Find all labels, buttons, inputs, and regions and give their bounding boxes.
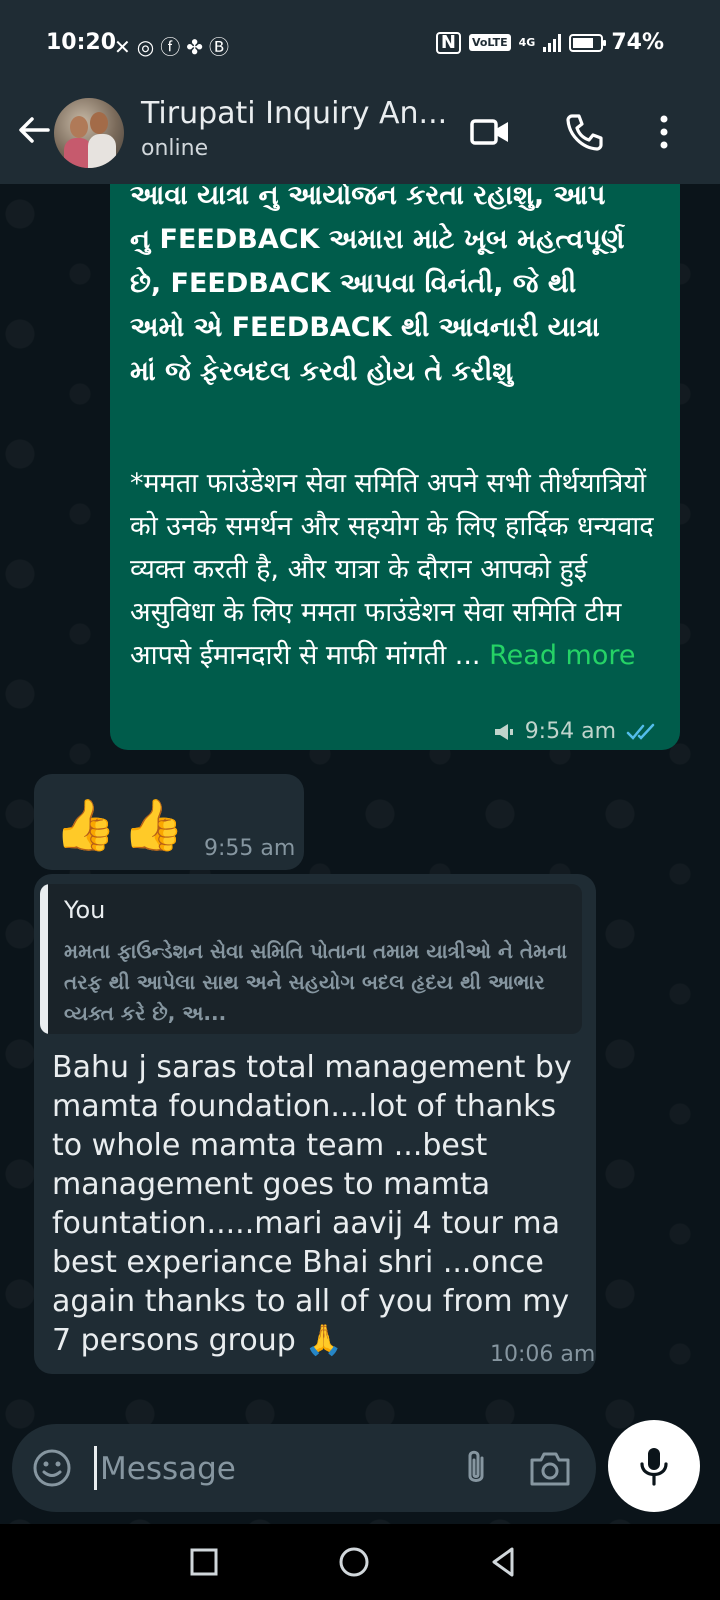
signal-icon: [543, 33, 562, 52]
facebook-icon: ⓕ: [160, 35, 187, 59]
quote-accent-bar: [40, 884, 48, 1034]
broadcast-icon: [494, 723, 513, 740]
quote-text: મમતા ફાઉન્ડેશન સેવા સમિતિ પોતાના તમામ યા…: [64, 939, 568, 1025]
notification-icons: ✕◎ⓕ✤Ⓑ: [114, 31, 235, 60]
whatsapp-icon: ◎: [136, 35, 161, 59]
message-time: 9:55 am: [204, 836, 296, 861]
system-status: N VoLTE 4G 74%: [435, 30, 664, 55]
message-input[interactable]: [98, 1442, 442, 1496]
quoted-message[interactable]: You મમતા ફાઉન્ડેશન સેવા સમિતિ પોતાના તમા…: [40, 884, 582, 1034]
microphone-icon: [640, 1448, 668, 1486]
battery-icon: [569, 33, 607, 52]
text-cursor: [94, 1446, 97, 1490]
voice-call-icon[interactable]: [562, 110, 606, 154]
message-composer: [12, 1424, 596, 1512]
whatsapp-chat-screen: 10:20 ✕◎ⓕ✤Ⓑ N VoLTE 4G 74% Tirupati Inqu…: [0, 0, 720, 1600]
network-type: 4G: [518, 36, 536, 49]
system-navigation-bar: [0, 1524, 720, 1600]
reply-text: Bahu j saras total management by mamta f…: [52, 1050, 572, 1358]
message-gujarati-text: આવા યાત્રા નુ આયોજન કરતા રહાશુ, આપ નુ FE…: [130, 184, 625, 387]
read-more-link[interactable]: Read more: [489, 640, 635, 671]
contact-avatar[interactable]: [54, 98, 124, 168]
outgoing-message[interactable]: આવા યાત્રા નુ આયોજન કરતા રહાશુ, આપ નુ FE…: [110, 184, 680, 750]
message-time: 10:06 am: [490, 1342, 596, 1367]
nfc-icon: N: [435, 31, 461, 54]
voice-record-button[interactable]: [608, 1420, 700, 1512]
message-meta: 9:54 am: [493, 719, 658, 744]
back-nav-icon[interactable]: [484, 1542, 524, 1582]
home-icon[interactable]: [334, 1542, 374, 1582]
camera-icon[interactable]: [528, 1448, 572, 1488]
back-arrow-icon[interactable]: [14, 110, 54, 150]
thumbs-up-emoji: 👍👍: [54, 796, 191, 854]
message-time: 9:54 am: [524, 719, 616, 744]
status-bar: 10:20 ✕◎ⓕ✤Ⓑ N VoLTE 4G 74%: [0, 0, 720, 88]
recents-icon[interactable]: [184, 1542, 224, 1582]
volte-icon: VoLTE: [468, 34, 511, 51]
pinwheel-icon: ✤: [186, 35, 209, 59]
chat-area[interactable]: આવા યાત્રા નુ આયોજન કરતા રહાશુ, આપ નુ FE…: [0, 184, 720, 1524]
video-call-icon[interactable]: [468, 110, 512, 154]
attach-icon[interactable]: [456, 1446, 496, 1490]
read-receipt-icon: [626, 723, 655, 740]
b-icon: Ⓑ: [208, 35, 235, 59]
more-options-icon[interactable]: [642, 110, 686, 154]
contact-name[interactable]: Tirupati Inquiry An...: [141, 96, 447, 131]
quote-author: You: [64, 896, 106, 924]
message-hindi-text: *ममता फाउंडेशन सेवा समिति अपने सभी तीर्थ…: [130, 462, 660, 677]
missed-call-icon: ✕: [114, 35, 137, 59]
battery-percent: 74%: [611, 30, 664, 55]
contact-status: online: [141, 136, 209, 161]
emoji-icon[interactable]: [30, 1446, 74, 1490]
status-time: 10:20: [46, 30, 117, 55]
chat-header: Tirupati Inquiry An... online: [0, 88, 720, 184]
